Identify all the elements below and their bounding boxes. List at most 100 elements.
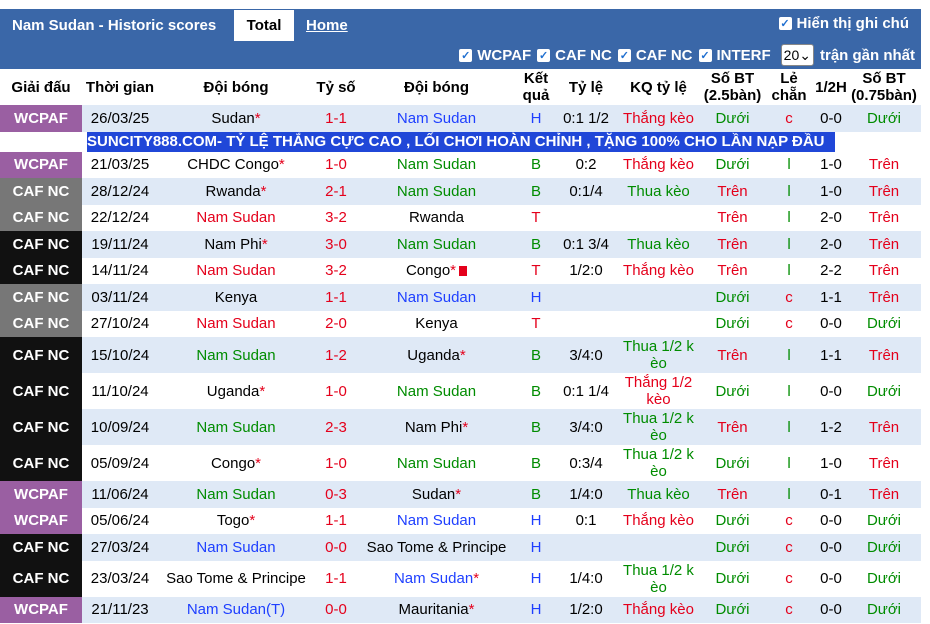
league-badge[interactable]: CAF NC — [0, 373, 82, 409]
table-row[interactable]: WCPAF 05/06/24 Togo* 1-1 Nam Sudan H 0:1 Thắng … — [0, 507, 921, 534]
table-row[interactable]: CAF NC 27/10/24 Nam Sudan 2-0 Kenya T Dưới c 0-0… — [0, 310, 921, 337]
match-score: 1-2 — [314, 337, 358, 373]
table-row[interactable]: CAF NC 03/11/24 Kenya 1-1 Nam Sudan H Dưới c 1-1… — [0, 284, 921, 311]
filter-label[interactable]: CAF NC — [555, 47, 612, 64]
match-date: 11/06/24 — [82, 481, 158, 508]
ad-banner[interactable]: SUNCITY888.COM- TỶ LỆ THẮNG CỰC CAO , LỐ… — [0, 131, 921, 152]
league-badge[interactable]: WCPAF — [0, 105, 82, 132]
handicap-odds: 3/4:0 — [557, 409, 615, 445]
handicap-odds: 1/4:0 — [557, 560, 615, 597]
table-row[interactable]: CAF NC 05/09/24 Congo* 1-0 Nam Sudan B 0:3/4 Th… — [0, 445, 921, 481]
checkbox-icon[interactable]: ✓ — [617, 48, 631, 62]
over-under-25-text: Trên — [717, 485, 748, 503]
handicap-result: Thắng kèo — [615, 596, 702, 623]
odd-even-text: c — [785, 288, 793, 306]
league-badge[interactable]: WCPAF — [0, 151, 82, 178]
away-team: Kenya — [358, 310, 515, 337]
away-team-text: Kenya — [415, 315, 458, 333]
league-badge[interactable]: CAF NC — [0, 445, 82, 481]
handicap-odds: 1/2:0 — [557, 596, 615, 623]
checkbox-icon[interactable]: ✓ — [459, 48, 473, 62]
league-badge[interactable]: CAF NC — [0, 257, 82, 284]
odd-even-text: l — [787, 156, 791, 174]
match-score: 3-2 — [314, 257, 358, 284]
league-badge[interactable]: CAF NC — [0, 178, 82, 205]
chevron-down-icon: ⌄ — [799, 47, 811, 63]
match-date-text: 05/06/24 — [90, 512, 150, 530]
ad-banner-text[interactable]: SUNCITY888.COM- TỶ LỆ THẮNG CỰC CAO , LỐ… — [87, 131, 835, 152]
match-date-text: 10/09/24 — [90, 418, 150, 436]
tab-total[interactable]: Total — [234, 10, 294, 41]
half-time-score: 1-0 — [815, 151, 847, 178]
over-under-25: Dưới — [702, 507, 763, 534]
table-row[interactable]: CAF NC 15/10/24 Nam Sudan 1-2 Uganda* B 3/4:0 T… — [0, 337, 921, 373]
away-team-text: Nam Sudan — [396, 235, 477, 253]
table-row[interactable]: CAF NC 14/11/24 Nam Sudan 3-2 Congo* T 1/2:0 Th… — [0, 257, 921, 284]
away-team-text: Nam Sudan — [396, 512, 477, 530]
away-team: Nam Sudan — [358, 445, 515, 481]
table-row[interactable]: CAF NC 23/03/24 Sao Tome & Principe 1-1 Nam … — [0, 560, 921, 597]
table-row[interactable]: CAF NC 19/11/24 Nam Phi* 3-0 Nam Sudan B 0:1 3… — [0, 231, 921, 258]
table-row[interactable]: WCPAF 26/03/25 Sudan* 1-1 Nam Sudan H 0:1 1/2 T… — [0, 105, 921, 132]
match-date-text: 11/10/24 — [91, 382, 149, 400]
home-team: Kenya — [158, 284, 314, 311]
half-time-score-text: 1-2 — [820, 418, 842, 436]
ad-banner-row[interactable]: SUNCITY888.COM- TỶ LỆ THẮNG CỰC CAO , LỐ… — [0, 131, 921, 152]
away-team-text: Uganda — [407, 346, 460, 364]
odd-even: l — [763, 204, 815, 231]
table-row[interactable]: WCPAF 11/06/24 Nam Sudan 0-3 Sudan* B 1/4:0 Thu… — [0, 481, 921, 508]
over-under-075-text: Trên — [868, 235, 900, 253]
away-team: Nam Sudan — [358, 151, 515, 178]
home-team: Nam Sudan — [158, 481, 314, 508]
league-badge[interactable]: CAF NC — [0, 409, 82, 445]
half-time-score-text: 1-1 — [820, 288, 842, 306]
league-badge[interactable]: CAF NC — [0, 310, 82, 337]
match-date: 10/09/24 — [82, 409, 158, 445]
home-team-text: Kenya — [214, 288, 258, 306]
league-badge[interactable]: CAF NC — [0, 560, 82, 597]
column-header: KQ tỷ lệ — [615, 69, 702, 105]
table-row[interactable]: WCPAF 21/11/23 Nam Sudan(T) 0-0 Mauritania* H… — [0, 596, 921, 623]
league-badge[interactable]: WCPAF — [0, 507, 82, 534]
table-row[interactable]: WCPAF 21/03/25 CHDC Congo* 1-0 Nam Sudan B 0:2… — [0, 151, 921, 178]
match-count-select[interactable]: 20 ⌄ — [780, 44, 814, 66]
table-row[interactable]: CAF NC 27/03/24 Nam Sudan 0-0 Sao Tome & Pri… — [0, 534, 921, 561]
handicap-result-text: Thua kèo — [627, 485, 690, 503]
home-team: Nam Sudan — [158, 337, 314, 373]
table-row[interactable]: CAF NC 22/12/24 Nam Sudan 3-2 Rwanda T Trên l 2-… — [0, 204, 921, 231]
league-badge[interactable]: WCPAF — [0, 596, 82, 623]
league-badge[interactable]: CAF NC — [0, 534, 82, 561]
half-time-score-text: 1-0 — [820, 182, 842, 200]
filter-label[interactable]: CAF NC — [636, 47, 693, 64]
match-result-text: B — [530, 485, 541, 503]
filter-label[interactable]: WCPAF — [477, 47, 531, 64]
match-date: 11/10/24 — [82, 373, 158, 409]
match-date: 26/03/25 — [82, 105, 158, 132]
over-under-075: Trên — [847, 445, 921, 481]
away-team: Sudan* — [358, 481, 515, 508]
over-under-25: Dưới — [702, 284, 763, 311]
tab-home[interactable]: Home — [306, 17, 348, 34]
filter-label[interactable]: INTERF — [717, 47, 771, 64]
table-row[interactable]: CAF NC 28/12/24 Rwanda* 2-1 Nam Sudan B 0:1/4 T… — [0, 178, 921, 205]
league-badge[interactable]: CAF NC — [0, 284, 82, 311]
league-badge[interactable]: CAF NC — [0, 204, 82, 231]
handicap-result: Thua kèo — [615, 231, 702, 258]
show-notes-toggle[interactable]: ✓ Hiển thị ghi chú — [773, 15, 909, 32]
table-row[interactable]: CAF NC 11/10/24 Uganda* 1-0 Nam Sudan B 0:1 1/… — [0, 373, 921, 409]
league-badge[interactable]: CAF NC — [0, 337, 82, 373]
page-title: Nam Sudan - Historic scores — [12, 17, 217, 34]
league-badge[interactable]: WCPAF — [0, 481, 82, 508]
away-team-text: Sudan — [411, 485, 456, 503]
checkbox-icon[interactable]: ✓ — [537, 48, 551, 62]
table-row[interactable]: CAF NC 10/09/24 Nam Sudan 2-3 Nam Phi* B 3/4:0… — [0, 409, 921, 445]
over-under-25: Trên — [702, 481, 763, 508]
away-team: Nam Phi* — [358, 409, 515, 445]
league-badge-text: CAF NC — [12, 382, 70, 400]
half-time-score: 1-2 — [815, 409, 847, 445]
checkbox-icon[interactable]: ✓ — [778, 17, 792, 30]
home-team-text: Sudan — [211, 109, 255, 127]
checkbox-icon[interactable]: ✓ — [698, 48, 712, 62]
filter-group: ✓ WCPAF ✓ CAF NC ✓ CAF NC ✓ INTERF 20 ⌄ trận gần … — [453, 44, 915, 66]
league-badge[interactable]: CAF NC — [0, 231, 82, 258]
